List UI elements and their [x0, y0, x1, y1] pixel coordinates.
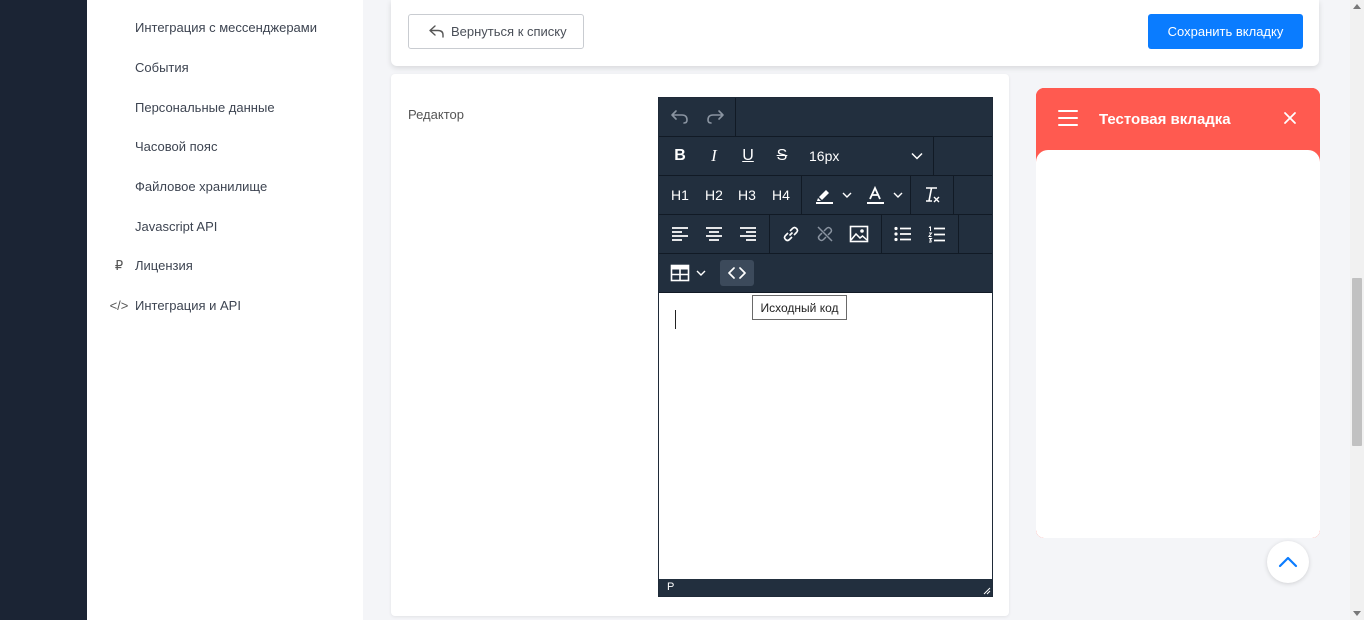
unlink-icon: [817, 226, 833, 242]
history-group: [659, 98, 736, 136]
highlighter-icon: [816, 190, 833, 204]
heading-4-button[interactable]: H4: [766, 182, 796, 208]
element-path[interactable]: P: [667, 581, 674, 593]
font-size-select[interactable]: 16px: [803, 143, 929, 169]
sidebar-item-integration-api[interactable]: Интеграция и API: [135, 298, 241, 313]
font-size-value: 16px: [809, 148, 840, 164]
sidebar-item-javascript-api[interactable]: Javascript API: [135, 219, 217, 234]
insert-group: [770, 215, 882, 253]
preview-body: [1036, 150, 1320, 538]
undo-button[interactable]: [665, 104, 695, 130]
align-right-icon: [740, 227, 756, 241]
page-scrollbar[interactable]: [1350, 0, 1364, 620]
toolbar-row-headings: H1 H2 H3 H4: [659, 176, 992, 215]
align-right-button[interactable]: [733, 221, 763, 247]
text-color-button[interactable]: [860, 182, 908, 208]
image-icon: [849, 225, 869, 243]
editor-field-label: Редактор: [408, 107, 464, 122]
text-caret: [675, 310, 676, 329]
chevron-down-icon: [893, 192, 903, 198]
preview-header: Тестовая вкладка: [1036, 88, 1320, 158]
bullet-list-icon: [894, 226, 911, 242]
toolbar-row-table: [659, 254, 992, 293]
scroll-to-top-button[interactable]: [1267, 541, 1309, 583]
sidebar-item-file-storage[interactable]: Файловое хранилище: [135, 179, 267, 194]
undo-icon: [671, 110, 688, 124]
sidebar-item-personal-data[interactable]: Персональные данные: [135, 100, 275, 115]
save-tab-button[interactable]: Сохранить вкладку: [1148, 14, 1303, 49]
lists-group: [882, 215, 959, 253]
chevron-down-icon: [842, 192, 852, 198]
headings-group: H1 H2 H3 H4: [659, 176, 802, 214]
rich-text-editor: B I U S 16px H1 H2 H3 H4 P: [658, 97, 993, 597]
align-left-icon: [672, 227, 688, 241]
sidebar-item-events[interactable]: События: [135, 60, 189, 75]
scroll-thumb[interactable]: [1352, 278, 1362, 446]
chevron-down-icon: [911, 152, 923, 160]
underline-button[interactable]: U: [733, 143, 763, 169]
insert-image-button[interactable]: [844, 221, 874, 247]
align-left-button[interactable]: [665, 221, 695, 247]
heading-1-button[interactable]: H1: [665, 182, 695, 208]
settings-sidebar: Интеграция с мессенджерами События Персо…: [87, 0, 363, 620]
chevron-up-icon: [1278, 556, 1298, 568]
app-left-rail: [0, 0, 87, 620]
italic-button[interactable]: I: [699, 143, 729, 169]
bullet-list-button[interactable]: [888, 221, 918, 247]
hamburger-menu-icon[interactable]: [1058, 110, 1078, 128]
back-to-list-button[interactable]: Вернуться к списку: [408, 14, 584, 49]
colors-group: [802, 176, 911, 214]
highlight-color-button[interactable]: [808, 182, 858, 208]
resize-handle-icon[interactable]: [981, 585, 991, 595]
align-center-icon: [706, 227, 722, 241]
scroll-down-arrow-icon[interactable]: [1353, 611, 1361, 616]
heading-2-button[interactable]: H2: [699, 182, 729, 208]
editor-content-area[interactable]: [659, 293, 992, 579]
toolbar-row-history: [659, 98, 992, 137]
action-bar: Вернуться к списку Сохранить вкладку: [391, 0, 1319, 66]
sidebar-item-timezone[interactable]: Часовой пояс: [135, 139, 217, 154]
numbered-list-icon: [928, 225, 945, 242]
insert-link-button[interactable]: [776, 221, 806, 247]
insert-table-button[interactable]: [665, 260, 711, 286]
tab-preview: Тестовая вкладка: [1036, 88, 1320, 538]
chevron-down-icon: [696, 270, 706, 276]
bold-button[interactable]: B: [665, 143, 695, 169]
clear-formatting-icon: [926, 187, 940, 203]
editor-status-bar: P: [659, 579, 992, 596]
redo-button[interactable]: [700, 104, 730, 130]
clear-group: [911, 176, 954, 214]
source-code-button[interactable]: [720, 260, 754, 286]
strikethrough-button[interactable]: S: [767, 143, 797, 169]
link-icon: [783, 226, 799, 242]
align-center-button[interactable]: [699, 221, 729, 247]
preview-title: Тестовая вкладка: [1099, 111, 1231, 128]
toolbar-row-format: B I U S 16px: [659, 137, 992, 176]
sidebar-item-messengers[interactable]: Интеграция с мессенджерами: [135, 20, 317, 35]
redo-icon: [707, 110, 724, 124]
unlink-button[interactable]: [810, 221, 840, 247]
reply-arrow-icon: [429, 25, 444, 38]
code-icon: [728, 267, 746, 279]
sidebar-item-license[interactable]: Лицензия: [135, 258, 193, 273]
numbered-list-button[interactable]: [922, 221, 952, 247]
table-icon: [670, 264, 690, 282]
ruble-icon: ₽: [114, 258, 124, 273]
source-code-tooltip: Исходный код: [752, 295, 847, 320]
scroll-up-arrow-icon[interactable]: [1353, 4, 1361, 9]
code-icon: </>: [109, 298, 129, 313]
toolbar-row-blocks: [659, 215, 992, 254]
back-button-label: Вернуться к списку: [451, 24, 567, 39]
close-icon[interactable]: [1282, 110, 1298, 126]
text-color-icon: [867, 185, 884, 204]
clear-formatting-button[interactable]: [917, 182, 947, 208]
align-group: [659, 215, 770, 253]
format-group: B I U S 16px: [659, 137, 934, 175]
heading-3-button[interactable]: H3: [732, 182, 762, 208]
